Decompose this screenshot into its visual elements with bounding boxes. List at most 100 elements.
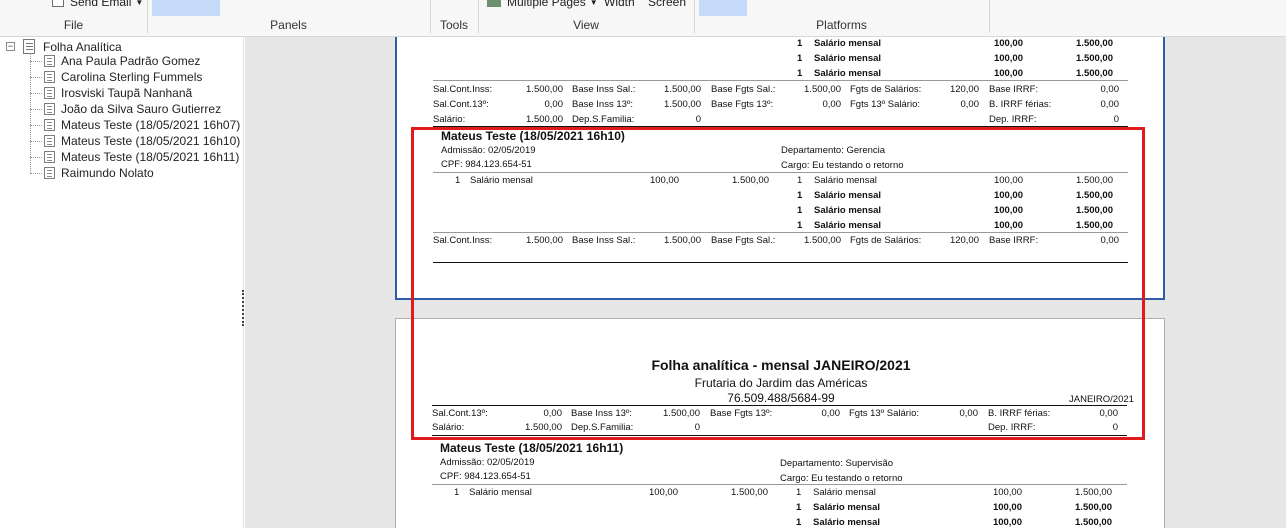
line-description: Salário mensal — [814, 205, 882, 216]
summary-label: Base Inss Sal.: — [572, 235, 636, 246]
multiple-pages-icon — [487, 0, 501, 8]
report-page[interactable]: Folha analítica - mensal JANEIRO/2021 Fr… — [395, 318, 1165, 528]
summary-label: B. IRRF férias: — [989, 99, 1052, 110]
summary-value: 0 — [1113, 114, 1119, 125]
ribbon-separator — [989, 0, 990, 33]
line-description: Salário mensal — [814, 38, 882, 49]
tree-item-label: Carolina Sterling Fummels — [61, 70, 203, 84]
separator-line — [433, 232, 1128, 233]
line-number: 1 — [455, 175, 461, 186]
line-quantity: 100,00 — [992, 502, 1022, 513]
collapse-icon[interactable]: − — [6, 42, 15, 51]
summary-label: Base Inss 13º: — [572, 99, 634, 110]
tree-item-label: Irosviski Taupã Nanhanã — [61, 86, 193, 100]
employee-admission: Admissão: 02/05/2019 — [440, 457, 535, 468]
separator-line — [433, 172, 1128, 173]
line-value: 1.500,00 — [1076, 220, 1113, 231]
summary-value: 0,00 — [1100, 99, 1120, 110]
separator-line — [433, 262, 1128, 263]
line-number: 1 — [797, 175, 803, 186]
line-number: 1 — [796, 487, 802, 498]
document-map-tree: − Folha Analítica Ana Paula Padrão Gomez… — [0, 37, 244, 528]
tree-connector — [30, 125, 42, 126]
summary-value: 1.500,00 — [526, 114, 563, 125]
line-quantity: 100,00 — [649, 175, 679, 186]
line-description: Salário mensal — [813, 487, 876, 498]
line-number: 1 — [797, 38, 803, 49]
summary-label: Salário: — [433, 114, 466, 125]
employee-name: Mateus Teste (18/05/2021 16h10) — [441, 129, 625, 143]
group-panels-label: Panels — [270, 18, 307, 32]
multiple-pages-button[interactable]: Multiple Pages ▼ — [487, 0, 598, 9]
tree-connector — [30, 173, 42, 174]
summary-label: Base Fgts 13º: — [711, 99, 774, 110]
page-width-button[interactable]: Width — [604, 0, 635, 9]
tree-connector — [30, 141, 42, 142]
line-description: Salário mensal — [813, 517, 881, 528]
summary-label: Sal.Cont.13º: — [432, 408, 488, 419]
whole-screen-button[interactable]: Screen — [648, 0, 686, 9]
document-icon — [44, 103, 55, 115]
summary-value: 0,00 — [1099, 408, 1119, 419]
width-label: Width — [604, 0, 635, 9]
summary-label: Base Inss 13º: — [571, 408, 633, 419]
summary-label: Sal.Cont.13º: — [433, 99, 489, 110]
separator-line — [433, 80, 1128, 81]
line-quantity: 100,00 — [993, 38, 1023, 49]
summary-value: 0,00 — [821, 408, 841, 419]
document-icon — [44, 87, 55, 99]
line-value: 1.500,00 — [731, 487, 768, 498]
employee-cpf: CPF: 984.123.654-51 — [441, 159, 532, 170]
tree-connector — [30, 53, 31, 173]
summary-label: Fgts 13º Salário: — [849, 408, 920, 419]
summary-value: 0,00 — [544, 99, 564, 110]
report-preview-area[interactable]: 1 Salário mensal 100,00 1.500,00 1 Salár… — [245, 37, 1286, 528]
panels-selected-button[interactable] — [152, 0, 220, 16]
summary-label: B. IRRF férias: — [988, 408, 1051, 419]
multiple-pages-label: Multiple Pages — [507, 0, 586, 9]
tree-connector — [30, 93, 42, 94]
summary-value: 1.500,00 — [525, 422, 562, 433]
report-page-selected[interactable]: 1 Salário mensal 100,00 1.500,00 1 Salár… — [395, 37, 1165, 300]
summary-label: Base IRRF: — [989, 84, 1039, 95]
line-quantity: 100,00 — [648, 487, 678, 498]
ribbon: Send Email ▼ Multiple Pages ▼ Width Screen… — [0, 0, 1286, 37]
report-title: Folha analítica - mensal JANEIRO/2021 — [651, 357, 911, 373]
employee-role: Cargo: Eu testando o retorno — [780, 473, 903, 484]
summary-value: 1.500,00 — [664, 235, 701, 246]
summary-label: Sal.Cont.Inss: — [433, 235, 493, 246]
tree-connector — [30, 77, 42, 78]
employee-department: Departamento: Gerencia — [781, 145, 886, 156]
summary-value: 1.500,00 — [664, 99, 701, 110]
chevron-down-icon: ▼ — [589, 0, 598, 8]
group-file-label: File — [63, 18, 84, 32]
separator-line — [432, 405, 1127, 406]
document-icon — [44, 119, 55, 131]
line-value: 1.500,00 — [1076, 38, 1113, 49]
line-value: 1.500,00 — [1076, 175, 1113, 186]
line-quantity: 100,00 — [992, 487, 1022, 498]
platforms-selected-button[interactable] — [699, 0, 747, 16]
line-description: Salário mensal — [814, 53, 882, 64]
separator-line — [433, 126, 1128, 127]
line-description: Salário mensal — [470, 175, 533, 186]
line-number: 1 — [796, 502, 802, 513]
summary-label: Base Fgts 13º: — [710, 408, 773, 419]
summary-label: Salário: — [432, 422, 465, 433]
employee-role: Cargo: Eu testando o retorno — [781, 160, 904, 171]
line-number: 1 — [797, 53, 803, 64]
group-platforms-label: Platforms — [816, 18, 867, 32]
line-description: Salário mensal — [814, 220, 882, 231]
line-description: Salário mensal — [814, 68, 882, 79]
summary-label: Fgts 13º Salário: — [850, 99, 921, 110]
summary-label: Fgts de Salários: — [850, 235, 922, 246]
line-quantity: 100,00 — [993, 190, 1023, 201]
send-email-button[interactable]: Send Email ▼ — [52, 0, 143, 9]
line-value: 1.500,00 — [1076, 68, 1113, 79]
summary-label: Base IRRF: — [989, 235, 1039, 246]
line-description: Salário mensal — [469, 487, 532, 498]
document-icon — [44, 55, 55, 67]
summary-label: Base Fgts Sal.: — [711, 84, 776, 95]
summary-value: 0 — [694, 422, 700, 433]
employee-department: Departamento: Supervisão — [780, 458, 894, 469]
